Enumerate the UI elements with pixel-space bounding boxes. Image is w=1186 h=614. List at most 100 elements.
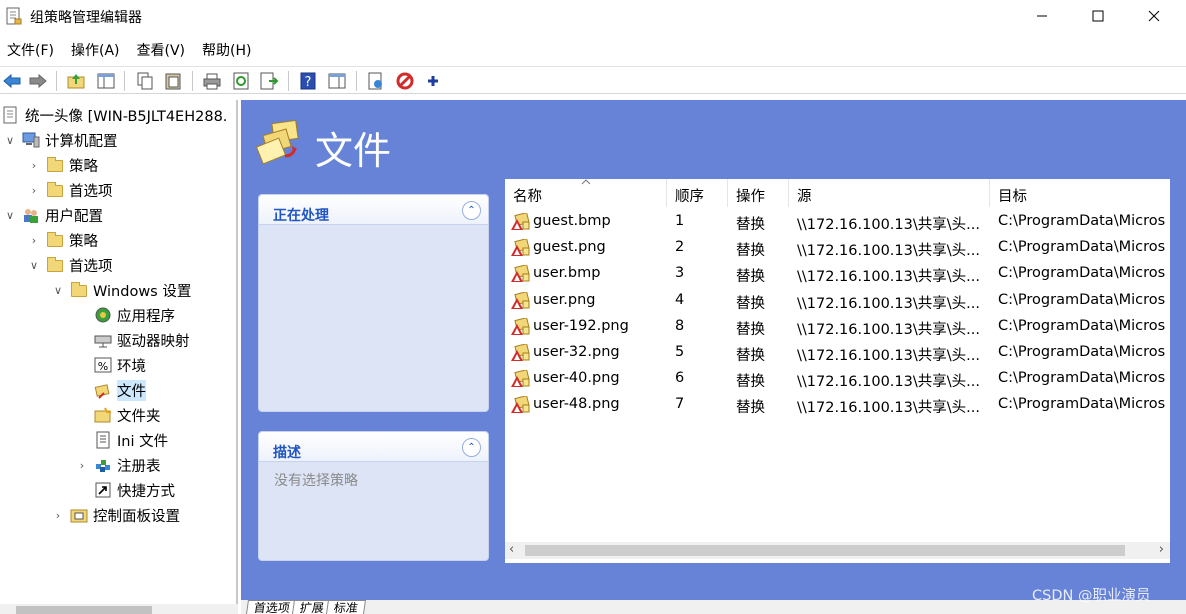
cell-source: \\172.16.100.13\共享\头...: [797, 321, 980, 338]
tree-windows-settings[interactable]: ∨ Windows 设置: [50, 278, 191, 302]
cell-target: C:\ProgramData\Micros: [998, 265, 1166, 282]
tree-files[interactable]: 文件: [94, 378, 146, 402]
description-panel-title: 描述: [273, 445, 301, 461]
column-header-source[interactable]: 源: [789, 179, 990, 207]
tree-computer-config[interactable]: ∨ 计算机配置: [2, 128, 118, 152]
column-header-target[interactable]: 目标: [990, 179, 1170, 207]
tree-root[interactable]: 统一头像 [WIN-B5JLT4EH288.: [2, 103, 227, 127]
files-header-icon: [255, 119, 299, 165]
toolbar-separator: [288, 71, 289, 91]
file-item-icon: [511, 291, 530, 309]
tree-applications-label: 应用程序: [117, 308, 175, 325]
computer-icon: [22, 132, 40, 148]
tree-user-policies[interactable]: › 策略: [26, 228, 98, 252]
table-row[interactable]: user-32.png 5 替换 \\172.16.100.13\共享\头... C:\…: [505, 340, 1170, 366]
scrollbar-thumb[interactable]: [16, 606, 152, 614]
cell-name: user.bmp: [533, 265, 601, 282]
maximize-button[interactable]: [1075, 0, 1121, 32]
export-list-icon[interactable]: [259, 71, 279, 91]
minimize-button[interactable]: [1019, 0, 1065, 32]
tree-shortcuts-label: 快捷方式: [117, 483, 175, 500]
copy-icon[interactable]: [135, 71, 155, 91]
new-item-icon[interactable]: [366, 71, 386, 91]
chevron-down-icon[interactable]: ∨: [2, 207, 18, 223]
column-header-order[interactable]: 顺序: [667, 179, 728, 207]
print-icon[interactable]: [202, 71, 222, 91]
tree-shortcuts[interactable]: 快捷方式: [94, 478, 175, 502]
collapse-icon[interactable]: ⌃: [462, 438, 481, 457]
tree-control-panel[interactable]: › 控制面板设置: [50, 503, 180, 527]
menu-view[interactable]: 查看(V): [130, 36, 196, 62]
menu-file[interactable]: 文件(F): [0, 36, 64, 62]
tree-computer-config-label: 计算机配置: [45, 133, 118, 150]
page-title: 文件: [315, 129, 392, 173]
cell-target: C:\ProgramData\Micros: [998, 396, 1166, 413]
chevron-right-icon[interactable]: ›: [26, 182, 42, 198]
chevron-right-icon[interactable]: ›: [26, 232, 42, 248]
show-hide-action-pane-icon[interactable]: [327, 71, 347, 91]
tree-computer-preferences[interactable]: › 首选项: [26, 178, 113, 202]
table-row[interactable]: guest.png 2 替换 \\172.16.100.13\共享\头... C:\Pr…: [505, 235, 1170, 261]
table-row[interactable]: user.png 4 替换 \\172.16.100.13\共享\头... C:\Pro…: [505, 288, 1170, 314]
table-row[interactable]: user-48.png 7 替换 \\172.16.100.13\共享\头... C:\…: [505, 392, 1170, 418]
help-icon[interactable]: ?: [298, 71, 318, 91]
chevron-right-icon[interactable]: ›: [26, 157, 42, 173]
scroll-left-icon[interactable]: ‹: [509, 542, 514, 557]
cell-target: C:\ProgramData\Micros: [998, 239, 1166, 256]
tab-standard[interactable]: 标准: [326, 600, 367, 614]
disable-icon[interactable]: [395, 71, 415, 91]
tree-computer-policies[interactable]: › 策略: [26, 153, 98, 177]
tree-horizontal-scrollbar[interactable]: [0, 604, 238, 614]
chevron-right-icon[interactable]: ›: [74, 457, 90, 473]
tree-drive-maps[interactable]: 驱动器映射: [94, 328, 190, 352]
column-header-action[interactable]: 操作: [728, 179, 789, 207]
close-button[interactable]: [1131, 0, 1177, 32]
tab-preferences[interactable]: 首选项: [246, 600, 298, 614]
refresh-icon[interactable]: [231, 71, 251, 91]
column-source-label: 源: [797, 189, 812, 205]
tree-user-config-label: 用户配置: [45, 208, 103, 225]
chevron-right-icon[interactable]: ›: [50, 507, 66, 523]
table-row[interactable]: guest.bmp 1 替换 \\172.16.100.13\共享\头... C:\Pr…: [505, 209, 1170, 235]
menu-action[interactable]: 操作(A): [64, 36, 130, 62]
collapse-icon[interactable]: ⌃: [462, 201, 481, 220]
tree-registry[interactable]: › 注册表: [74, 453, 161, 477]
tree-applications[interactable]: 应用程序: [94, 303, 175, 327]
cell-order: 2: [675, 239, 685, 256]
menu-help[interactable]: 帮助(H): [195, 36, 261, 62]
tree-ini-files[interactable]: Ini 文件: [94, 428, 168, 452]
column-order-label: 顺序: [675, 189, 704, 205]
cell-order: 7: [675, 396, 685, 413]
scroll-right-icon[interactable]: ›: [1159, 542, 1164, 557]
title-bar: 组策略管理编辑器: [0, 0, 1186, 32]
tree-folders[interactable]: 文件夹: [94, 403, 161, 427]
table-row[interactable]: user-192.png 8 替换 \\172.16.100.13\共享\头... C:…: [505, 314, 1170, 340]
menu-bar: 文件(F) 操作(A) 查看(V) 帮助(H): [0, 36, 1186, 62]
cell-action: 替换: [736, 348, 765, 364]
back-arrow-icon[interactable]: [2, 71, 22, 91]
scrollbar-thumb[interactable]: [525, 545, 1125, 556]
cell-name: user-192.png: [533, 317, 629, 334]
table-row[interactable]: user.bmp 3 替换 \\172.16.100.13\共享\头... C:\Pro…: [505, 261, 1170, 287]
tree-user-preferences[interactable]: ∨ 首选项: [26, 253, 113, 277]
chevron-down-icon[interactable]: ∨: [2, 132, 18, 148]
chevron-down-icon[interactable]: ∨: [50, 282, 66, 298]
chevron-down-icon[interactable]: ∨: [26, 257, 42, 273]
up-folder-icon[interactable]: [66, 71, 86, 91]
policy-document-icon: [3, 106, 17, 124]
ini-file-icon: [96, 431, 110, 449]
table-row[interactable]: user-40.png 6 替换 \\172.16.100.13\共享\头... C:\…: [505, 366, 1170, 392]
cell-action: 替换: [736, 400, 765, 417]
forward-arrow-icon[interactable]: [28, 71, 48, 91]
tree-user-config[interactable]: ∨ 用户配置: [2, 203, 103, 227]
file-item-icon: [511, 396, 530, 414]
tree-environment[interactable]: % 环境: [94, 353, 146, 377]
watermark: CSDN @职业演员: [1032, 588, 1151, 604]
add-icon[interactable]: [423, 71, 443, 91]
paste-icon[interactable]: [163, 71, 183, 91]
tree-root-label: 统一头像 [WIN-B5JLT4EH288.: [25, 108, 228, 125]
list-horizontal-scrollbar[interactable]: ‹ ›: [505, 542, 1170, 559]
column-header-name[interactable]: 名称: [505, 179, 667, 207]
toolbar-separator: [124, 71, 125, 91]
show-hide-tree-icon[interactable]: [96, 71, 116, 91]
